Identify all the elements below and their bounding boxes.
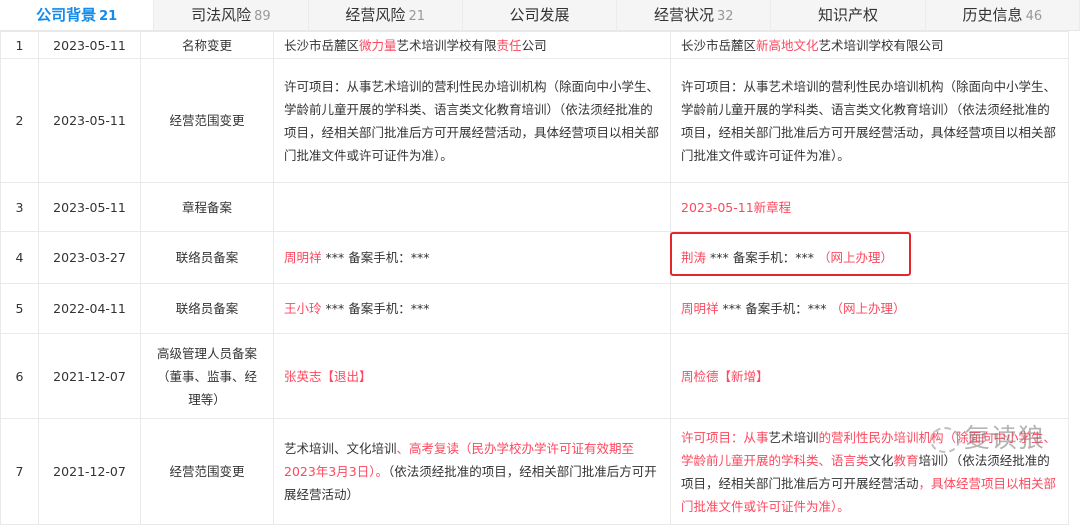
tab-count: 21	[99, 9, 118, 24]
text-segment: 王小玲	[284, 301, 322, 316]
text-segment: 艺术培训学校有限	[396, 37, 497, 53]
tab-1[interactable]: 司法风险 89	[154, 0, 309, 30]
after-change: 周明祥 *** 备案手机：*** （网上办理）	[670, 283, 1069, 334]
after-change: 周检德【新增】	[670, 333, 1069, 419]
tab-3[interactable]: 公司发展	[463, 0, 618, 30]
tab-label: 经营状况	[653, 6, 714, 24]
text-segment: 长沙市岳麓区	[284, 37, 360, 53]
change-type: 联络员备案	[140, 231, 274, 284]
text-segment: 许可项目：从事艺术培训的营利性民办培训机构（除面向中小学生、学龄前儿童开展的学科…	[284, 78, 660, 163]
before-change: 张英志【退出】	[273, 333, 671, 419]
change-type: 经营范围变更	[140, 58, 274, 183]
change-date: 2022-04-11	[38, 283, 141, 334]
table-row: 5 2022-04-11 联络员备案 王小玲 *** 备案手机：*** 周明祥 …	[0, 283, 1069, 334]
before-change	[273, 182, 671, 232]
text-segment: 责任	[496, 37, 522, 53]
tab-count: 21	[408, 9, 425, 24]
table-row: 3 2023-05-11 章程备案 2023-05-11新章程	[0, 182, 1069, 232]
text-segment: 艺术培训学校有限公司	[818, 37, 944, 53]
before-change: 王小玲 *** 备案手机：***	[273, 283, 671, 334]
tab-label: 司法风险	[191, 6, 252, 24]
row-index: 7	[0, 418, 39, 525]
tab-label: 公司发展	[509, 6, 570, 24]
text-segment: *** 备案手机：***	[321, 301, 430, 316]
tab-label: 经营风险	[345, 6, 406, 24]
before-change: 长沙市岳麓区微力量艺术培训学校有限责任公司	[273, 31, 671, 59]
text-segment: 公司	[521, 37, 547, 53]
highlight-box	[670, 232, 911, 276]
wechat-logo-icon	[930, 426, 960, 453]
change-date: 2021-12-07	[38, 333, 141, 419]
tab-2[interactable]: 经营风险 21	[309, 0, 463, 30]
text-segment: 微力量	[359, 37, 397, 53]
table-row: 7 2021-12-07 经营范围变更 艺术培训、文化培训、高考复读（民办学校办…	[0, 418, 1069, 525]
tab-label: 历史信息	[962, 6, 1023, 24]
text-segment: 张英志【退出】	[284, 368, 372, 384]
change-type: 章程备案	[140, 182, 274, 232]
change-type: 联络员备案	[140, 283, 274, 334]
change-type: 名称变更	[140, 31, 274, 59]
text-segment: 艺术培训、文化培训	[284, 441, 397, 456]
text-segment: 周检德【新增】	[681, 368, 769, 384]
text-segment: 长沙市岳麓区	[681, 37, 757, 53]
text-segment: 文化	[868, 452, 894, 468]
change-date: 2023-05-11	[38, 58, 141, 183]
tab-4[interactable]: 经营状况 32	[617, 0, 772, 30]
after-change: 长沙市岳麓区新高地文化艺术培训学校有限公司	[670, 31, 1069, 59]
after-change: 许可项目：从事艺术培训的营利性民办培训机构（除面向中小学生、学龄前儿童开展的学科…	[670, 58, 1069, 183]
row-index: 4	[0, 231, 39, 284]
change-type: 高级管理人员备案（董事、监事、经理等）	[140, 333, 274, 419]
before-change: 艺术培训、文化培训、高考复读（民办学校办学许可证有效期至2023年3月3日）。（…	[273, 418, 671, 525]
text-segment: 新高地文化	[756, 37, 819, 53]
tab-count: 89	[254, 9, 271, 24]
tab-5[interactable]: 知识产权	[771, 0, 926, 30]
text-segment: 2023-05-11新章程	[681, 199, 792, 215]
watermark: 复读狼	[930, 418, 1045, 455]
change-type: 经营范围变更	[140, 418, 274, 525]
text-segment: 许可项目：从事艺术培训的营利性民办培训机构（除面向中小学生、学龄前儿童开展的学科…	[681, 78, 1057, 163]
text-segment: *** 备案手机：***	[321, 250, 430, 265]
change-date: 2023-05-11	[38, 31, 141, 59]
change-date: 2021-12-07	[38, 418, 141, 525]
change-date: 2023-03-27	[38, 231, 141, 284]
tab-label: 知识产权	[818, 6, 879, 24]
text-segment: （网上办理）	[830, 301, 906, 316]
row-index: 2	[0, 58, 39, 183]
text-segment: 许可项目：从事	[681, 429, 769, 445]
table-row: 2 2023-05-11 经营范围变更 许可项目：从事艺术培训的营利性民办培训机…	[0, 58, 1069, 183]
tab-label: 公司背景	[36, 6, 97, 24]
row-index: 5	[0, 283, 39, 334]
after-change: 2023-05-11新章程	[670, 182, 1069, 232]
tab-6[interactable]: 历史信息 46	[926, 0, 1080, 30]
text-segment: 周明祥	[284, 250, 322, 265]
text-segment: 艺术培训	[768, 429, 819, 445]
watermark-text: 复读狼	[964, 424, 1046, 454]
text-segment: *** 备案手机：***	[718, 301, 831, 316]
before-change: 许可项目：从事艺术培训的营利性民办培训机构（除面向中小学生、学龄前儿童开展的学科…	[273, 58, 671, 183]
row-index: 6	[0, 333, 39, 419]
text-segment: 教育	[893, 452, 919, 468]
text-segment: 周明祥	[681, 301, 719, 316]
row-index: 1	[0, 31, 39, 59]
tab-bar: 公司背景 21 司法风险 89 经营风险 21 公司发展 经营状况 32 知识产权 历史信息 46	[0, 0, 1080, 31]
change-date: 2023-05-11	[38, 182, 141, 232]
row-index: 3	[0, 182, 39, 232]
before-change: 周明祥 *** 备案手机：***	[273, 231, 671, 284]
tab-count: 32	[717, 9, 734, 24]
table-row: 1 2023-05-11 名称变更 长沙市岳麓区微力量艺术培训学校有限责任公司 …	[0, 31, 1069, 59]
tab-count: 46	[1025, 9, 1043, 24]
change-records-table: 1 2023-05-11 名称变更 长沙市岳麓区微力量艺术培训学校有限责任公司 …	[0, 31, 1069, 525]
tab-0[interactable]: 公司背景 21	[0, 0, 155, 30]
table-row: 6 2021-12-07 高级管理人员备案（董事、监事、经理等） 张英志【退出】…	[0, 333, 1069, 419]
